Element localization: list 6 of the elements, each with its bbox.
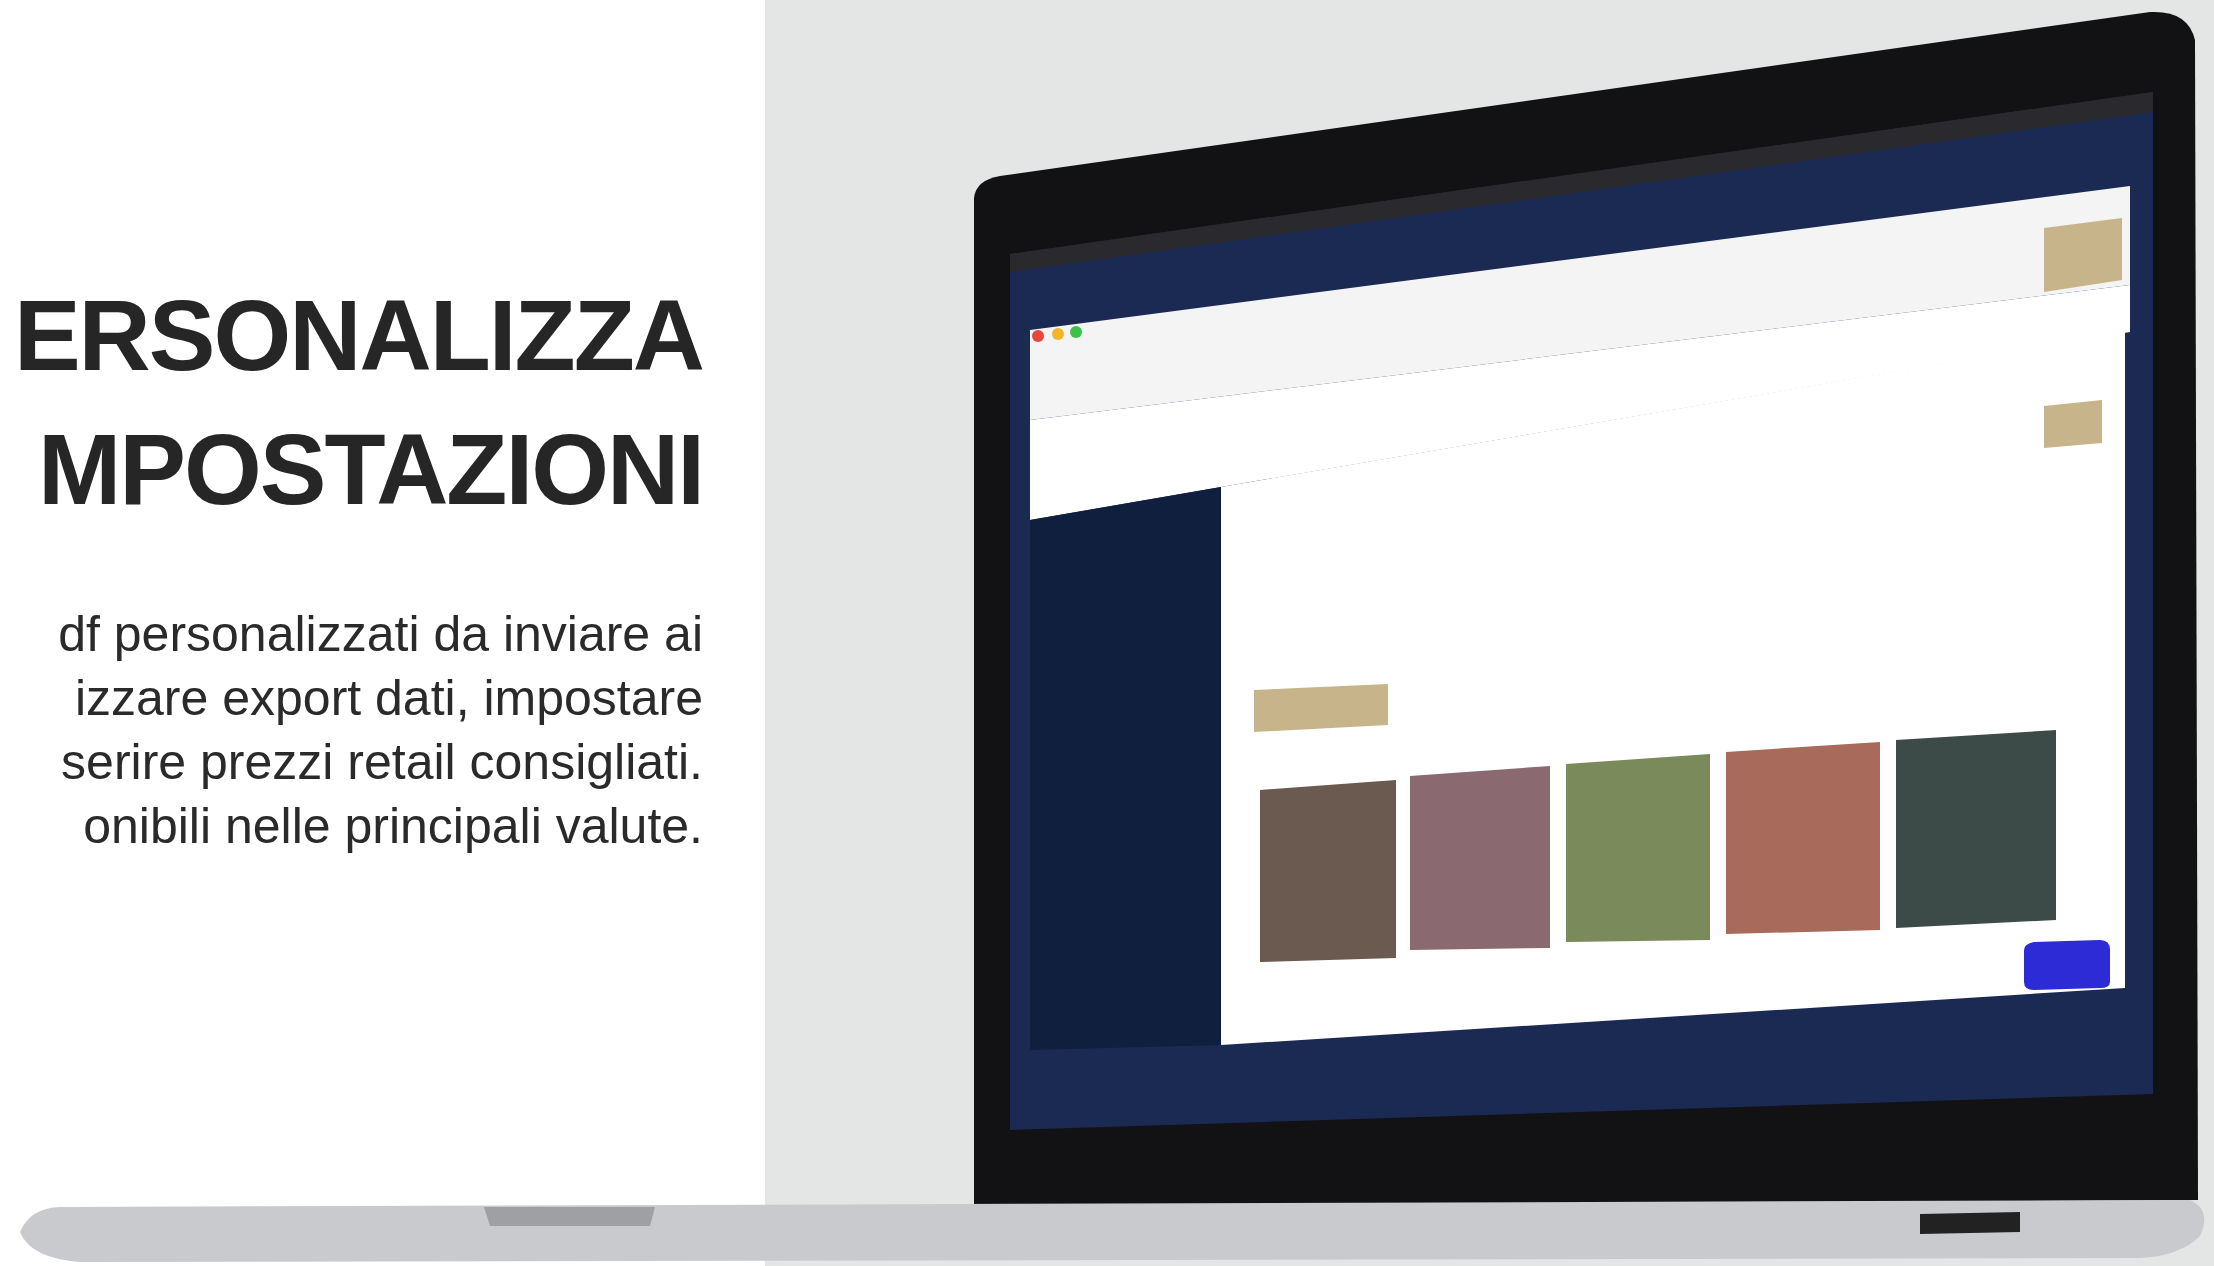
- heading-line: ERSONALIZZA: [13, 278, 703, 393]
- heading-line: MPOSTAZIONI: [37, 412, 703, 527]
- description-line: onibili nelle principali valute.: [82, 797, 703, 856]
- description-line: serire prezzi retail consigliati.: [60, 733, 703, 792]
- description-line: izzare export dati, impostare: [73, 669, 703, 728]
- description-line: df personalizzati da inviare ai: [58, 605, 703, 664]
